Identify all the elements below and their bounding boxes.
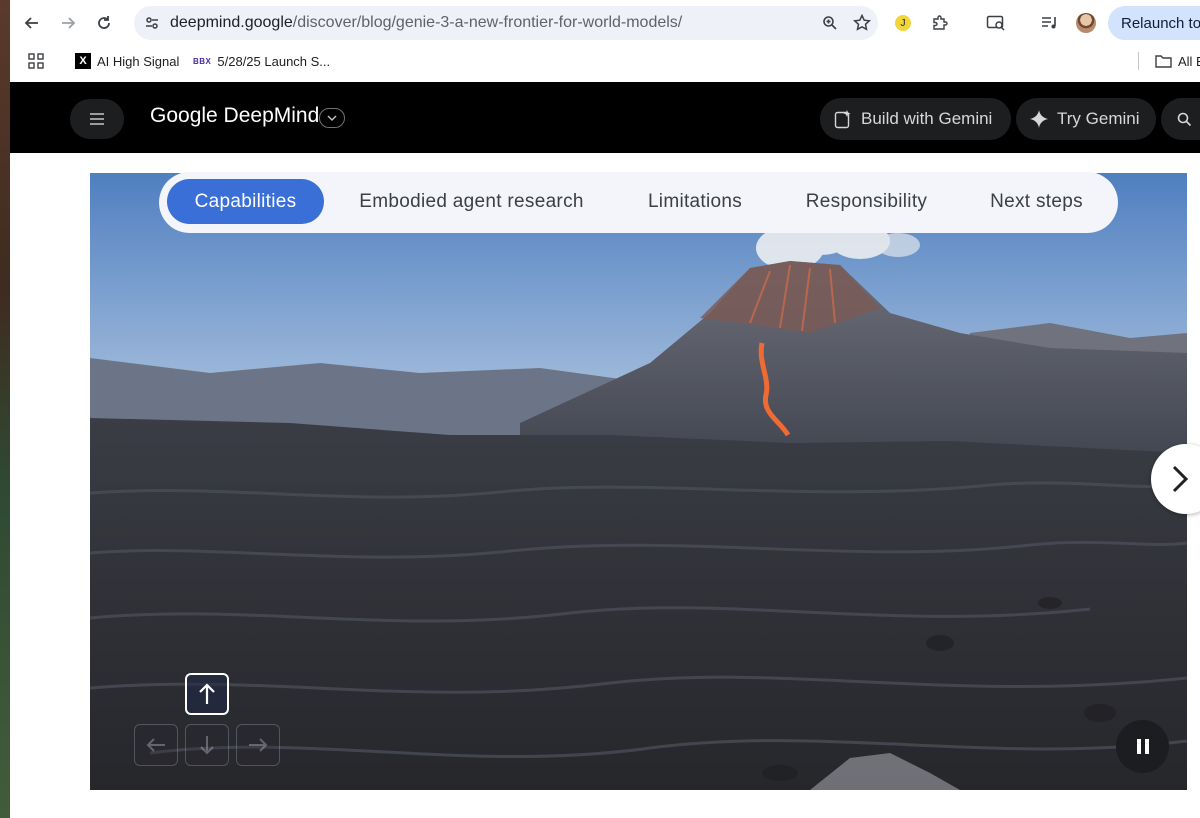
desktop-edge <box>0 0 10 818</box>
search-icon <box>1177 112 1192 126</box>
pause-button[interactable] <box>1116 720 1169 773</box>
tab-limitations[interactable]: Limitations <box>629 179 761 224</box>
volcano-scene-illustration <box>90 173 1187 790</box>
bbx-logo-icon: BBX <box>193 56 212 66</box>
url-path: /discover/blog/genie-3-a-new-frontier-fo… <box>292 14 683 31</box>
arrow-down-icon <box>200 736 214 755</box>
extension-badge-icon[interactable]: J <box>889 9 917 37</box>
bookmark-label: AI High Signal <box>97 53 180 69</box>
bookmarks-bar: X AI High Signal BBX 5/28/25 Launch S...… <box>10 46 1200 76</box>
site-logo[interactable]: Google DeepMind <box>150 104 319 128</box>
section-tabs: Capabilities Embodied agent research Lim… <box>159 172 1118 233</box>
all-bookmarks[interactable]: All B <box>1155 51 1200 71</box>
x-logo-icon: X <box>75 53 91 69</box>
arrow-up-icon <box>199 683 215 704</box>
right-arrow-key <box>236 724 280 766</box>
apps-grid-icon[interactable] <box>28 51 44 71</box>
forward-arrow-icon[interactable] <box>54 9 82 37</box>
relaunch-button[interactable]: Relaunch to u <box>1108 6 1200 40</box>
tab-capabilities[interactable]: Capabilities <box>167 179 324 224</box>
down-arrow-key <box>185 724 229 766</box>
gemini-sparkle-icon <box>1030 110 1048 128</box>
all-bookmarks-label: All B <box>1178 53 1200 69</box>
zoom-icon[interactable] <box>820 13 840 33</box>
bookmarks-divider <box>1138 52 1139 70</box>
bookmark-label: 5/28/25 Launch S... <box>217 53 331 69</box>
arrow-right-icon <box>249 738 268 752</box>
tab-next-steps[interactable]: Next steps <box>974 179 1099 224</box>
avatar <box>1076 13 1096 33</box>
chevron-right-icon <box>1172 465 1189 493</box>
up-arrow-key <box>185 673 229 715</box>
try-gemini-button[interactable]: Try Gemini <box>1016 98 1156 140</box>
cast-search-icon[interactable] <box>982 9 1010 37</box>
back-arrow-icon[interactable] <box>18 9 46 37</box>
tab-responsibility[interactable]: Responsibility <box>789 179 944 224</box>
extension-badge: J <box>895 15 911 31</box>
media-control-icon[interactable] <box>1036 9 1064 37</box>
build-icon <box>834 110 851 129</box>
world-model-video[interactable] <box>90 173 1187 790</box>
pause-icon <box>1136 739 1141 754</box>
chevron-down-icon[interactable] <box>319 108 345 128</box>
browser-chrome: deepmind.google/discover/blog/genie-3-a-… <box>10 0 1200 82</box>
hamburger-menu-button[interactable] <box>70 99 124 139</box>
bookmark-star-icon[interactable] <box>852 13 872 33</box>
site-settings-icon[interactable] <box>142 13 162 33</box>
try-label: Try Gemini <box>1057 109 1140 128</box>
tab-embodied-agent-research[interactable]: Embodied agent research <box>344 179 599 224</box>
build-label: Build with Gemini <box>861 109 993 128</box>
browser-toolbar: deepmind.google/discover/blog/genie-3-a-… <box>10 0 1200 46</box>
folder-icon <box>1155 55 1172 68</box>
left-arrow-key <box>134 724 178 766</box>
url-host: deepmind.google <box>170 14 293 31</box>
build-with-gemini-button[interactable]: Build with Gemini <box>820 98 1011 140</box>
arrow-left-icon <box>146 738 165 752</box>
caption-area <box>10 800 1200 818</box>
url-text[interactable]: deepmind.google/discover/blog/genie-3-a-… <box>170 14 682 32</box>
menu-icon <box>90 113 104 125</box>
address-bar[interactable]: deepmind.google/discover/blog/genie-3-a-… <box>134 6 878 40</box>
site-search-button[interactable] <box>1161 98 1200 140</box>
site-header: Google DeepMind Build with Gemini Try Ge… <box>10 82 1200 153</box>
puzzle-icon[interactable] <box>926 9 954 37</box>
reload-icon[interactable] <box>90 9 118 37</box>
profile-avatar-icon[interactable] <box>1072 9 1100 37</box>
bookmark-ai-high-signal[interactable]: X AI High Signal <box>75 51 179 71</box>
bookmark-launch[interactable]: BBX 5/28/25 Launch S... <box>193 51 330 71</box>
